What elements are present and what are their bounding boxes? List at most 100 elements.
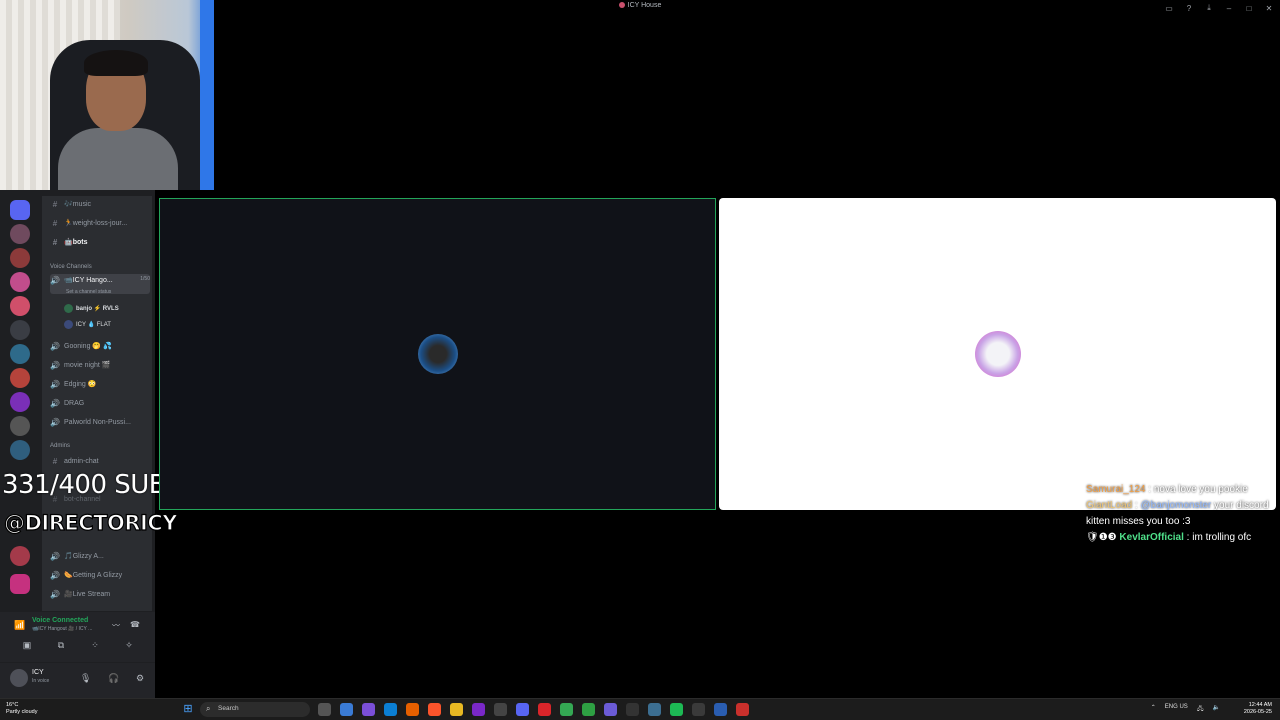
chevron-up-icon[interactable]: ⌃ <box>1151 704 1156 714</box>
server-icon[interactable] <box>10 248 30 268</box>
discord-icon[interactable] <box>516 703 529 716</box>
chat-message: Samurai_124 : nova love you pookie <box>1086 484 1248 495</box>
avatar[interactable] <box>10 669 28 687</box>
new-server-icon[interactable] <box>10 574 30 594</box>
server-icon-home[interactable] <box>10 200 30 220</box>
search-box[interactable]: ⌕ Search <box>200 702 310 717</box>
speaker-icon: 🔊 <box>50 341 60 351</box>
file-explorer-icon[interactable] <box>450 703 463 716</box>
network-icon[interactable]: 🖧 <box>1197 704 1204 714</box>
server-icon[interactable] <box>10 296 30 316</box>
app-icon[interactable] <box>692 703 705 716</box>
voice-channel-live-stream[interactable]: 🔊 🎥Live Stream <box>50 586 150 602</box>
soundboard-button[interactable]: ✧ <box>118 640 140 654</box>
headphones-icon[interactable]: 🎧 <box>108 673 119 684</box>
microphone-icon[interactable]: 🎙 <box>80 673 91 684</box>
speaker-icon: 🔊 <box>50 417 60 427</box>
edge-icon[interactable] <box>384 703 397 716</box>
camera-off-button[interactable]: ▣ <box>16 640 38 654</box>
noise-suppression-icon[interactable]: 〰 <box>112 620 120 631</box>
category-admins[interactable]: Admins <box>50 443 70 449</box>
server-icon[interactable] <box>10 272 30 292</box>
voice-connection-panel: 📶 Voice Connected 📹ICY Hangout 🎥 / ICY .… <box>0 612 155 662</box>
download-icon[interactable]: ⤓ <box>1204 3 1214 13</box>
app-icon[interactable] <box>736 703 749 716</box>
server-icon[interactable] <box>10 368 30 388</box>
channel-bots[interactable]: # 🤖bots <box>50 234 150 250</box>
voice-member-banjo[interactable]: banjo ⚡ RVLS <box>64 304 119 313</box>
server-icon[interactable] <box>10 392 30 412</box>
voice-member-icy[interactable]: ICY 💧 FLAT <box>64 320 111 329</box>
clock[interactable]: 12:44 AM 2026-05-25 <box>1244 702 1272 716</box>
speaker-icon: 🔊 <box>50 276 60 285</box>
activities-button[interactable]: ⁘ <box>84 640 106 654</box>
voice-channel-movie-night[interactable]: 🔊 movie night 🎬 <box>50 357 150 373</box>
hash-icon: # <box>52 237 58 247</box>
volume-icon[interactable]: 🔈 <box>1213 704 1220 714</box>
server-icon[interactable] <box>10 320 30 340</box>
inbox-icon[interactable]: ▭ <box>1164 3 1174 13</box>
minimize-button[interactable]: – <box>1224 3 1234 13</box>
help-icon[interactable]: ? <box>1184 3 1194 13</box>
voice-channel-edging[interactable]: 🔊 Edging 😳 <box>50 376 150 392</box>
voice-channel-glizzy[interactable]: 🔊 🎵Glizzy A... <box>50 548 150 564</box>
user-status: In voice <box>32 678 50 684</box>
category-voice-channels[interactable]: Voice Channels <box>50 264 92 270</box>
server-icon[interactable] <box>10 416 30 436</box>
channel-list: # 🎶music # 🏃weight-loss-jour... # 🤖bots Voi… <box>42 196 152 611</box>
voice-tile-speaking[interactable] <box>159 198 716 510</box>
brave-icon[interactable] <box>428 703 441 716</box>
disconnect-icon[interactable]: ☎ <box>130 620 140 629</box>
app-icon[interactable] <box>626 703 639 716</box>
channel-admin-chat[interactable]: # admin-chat <box>50 453 150 469</box>
voice-channel-drag[interactable]: 🔊 DRAG <box>50 395 150 411</box>
voice-location[interactable]: 📹ICY Hangout 🎥 / ICY ... <box>32 626 92 632</box>
channel-status[interactable]: Set a channel status <box>66 289 111 295</box>
maximize-button[interactable]: □ <box>1244 3 1254 13</box>
webcam-overlay <box>0 0 214 190</box>
task-view-icon[interactable] <box>318 703 331 716</box>
speaker-icon: 🔊 <box>50 589 60 599</box>
opera-icon[interactable] <box>538 703 551 716</box>
username[interactable]: ICY <box>32 669 44 676</box>
app-icon[interactable] <box>494 703 507 716</box>
app-icon[interactable] <box>362 703 375 716</box>
voice-status[interactable]: Voice Connected <box>32 617 88 624</box>
app-icon[interactable] <box>472 703 485 716</box>
voice-channel-palworld[interactable]: 🔊 Palworld Non-Pussi... <box>50 414 150 430</box>
channel-music[interactable]: # 🎶music <box>50 196 150 212</box>
server-icon[interactable] <box>10 344 30 364</box>
hash-icon: # <box>52 456 58 466</box>
badge-icons: 🛡❶❸ <box>1086 532 1120 543</box>
voice-channel-gooning[interactable]: 🔊 Gooning 🤭 💦 <box>50 338 150 354</box>
speaker-icon: 🔊 <box>50 379 60 389</box>
search-icon: ⌕ <box>206 704 211 713</box>
app-icon[interactable] <box>582 703 595 716</box>
language-indicator[interactable]: ENG US <box>1165 704 1188 714</box>
windows-start-icon[interactable]: ⊞ <box>182 703 194 715</box>
server-icon[interactable] <box>10 224 30 244</box>
gear-icon[interactable]: ⚙ <box>136 673 144 684</box>
server-icon[interactable] <box>10 546 30 566</box>
close-button[interactable]: ✕ <box>1264 3 1274 13</box>
system-tray: ⌃ ENG US 🖧 🔈 <box>1151 704 1220 714</box>
chrome-icon[interactable] <box>560 703 573 716</box>
speaker-icon: 🔊 <box>50 551 60 561</box>
hash-icon: # <box>52 218 58 228</box>
app-icon[interactable] <box>604 703 617 716</box>
app-icon[interactable] <box>648 703 661 716</box>
signal-icon[interactable]: 📶 <box>14 620 25 631</box>
app-icon[interactable] <box>714 703 727 716</box>
chat-message: 🛡❶❸ KevlarOfficial : im trolling ofc <box>1086 532 1252 543</box>
voice-channel-getting-a-glizzy[interactable]: 🔊 🌭Getting A Glizzy <box>50 567 150 583</box>
voice-tile[interactable] <box>719 198 1276 510</box>
taskbar: 16°C Partly cloudy ⊞ ⌕ Search ⌃ ENG US 🖧 🔈… <box>0 698 1280 720</box>
channel-weight-loss[interactable]: # 🏃weight-loss-jour... <box>50 215 150 231</box>
server-icon[interactable] <box>10 440 30 460</box>
firefox-icon[interactable] <box>406 703 419 716</box>
spotify-icon[interactable] <box>670 703 683 716</box>
avatar <box>64 320 73 329</box>
app-icon[interactable] <box>340 703 353 716</box>
weather-widget[interactable]: 16°C Partly cloudy <box>6 702 38 716</box>
screen-share-button[interactable]: ⧉ <box>50 640 72 654</box>
